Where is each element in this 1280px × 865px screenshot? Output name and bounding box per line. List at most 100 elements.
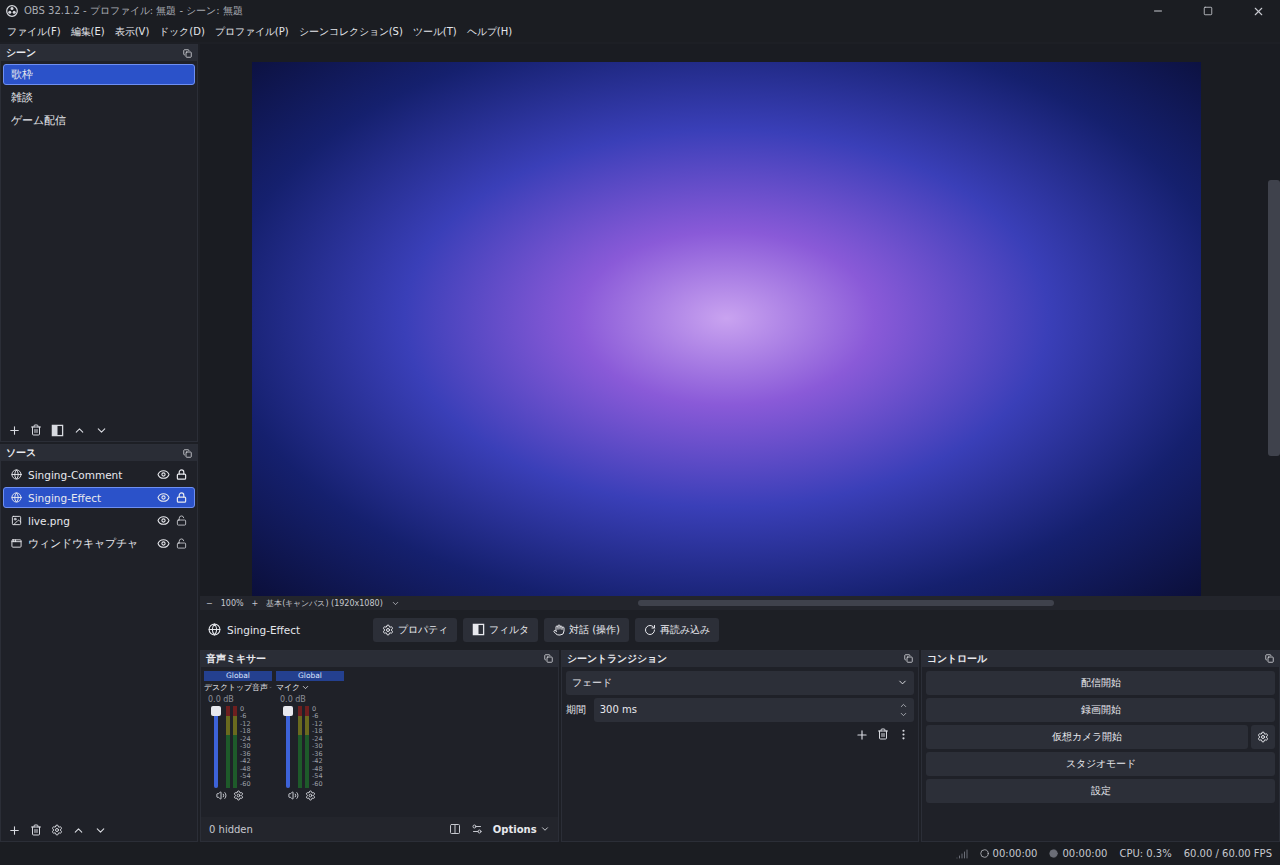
menu-item[interactable]: 表示(V) <box>110 25 155 39</box>
record-status-icon <box>1049 849 1058 858</box>
move-down-icon[interactable] <box>94 824 107 837</box>
advanced-settings-icon[interactable] <box>471 823 483 835</box>
eye-icon[interactable] <box>157 537 170 550</box>
control-button[interactable]: 録画開始 <box>926 698 1275 722</box>
filters-button[interactable]: フィルタ <box>463 618 538 642</box>
float-dock-icon[interactable] <box>183 49 192 58</box>
mixer-footer: 0 hiddenOptions <box>201 817 558 841</box>
source-item[interactable]: ウィンドウキャプチャ <box>3 533 195 554</box>
move-up-icon[interactable] <box>73 424 86 437</box>
filter-icon[interactable] <box>51 424 64 437</box>
dock-title: ソース <box>6 446 36 460</box>
source-list: Singing-CommentSinging-Effectlive.pngウィン… <box>1 461 197 819</box>
canvas-select[interactable]: 基本(キャンバス) (1920x1080) <box>266 598 382 609</box>
title-bar: OBS 32.1.2 - プロファイル: 無題 - シーン: 無題 <box>0 0 1280 22</box>
scene-item[interactable]: ゲーム配信 <box>3 110 195 131</box>
duration-field[interactable]: 300 ms <box>594 698 915 722</box>
add-icon[interactable] <box>8 424 21 437</box>
mixer-channel: Globalデスクトップ音声0.0 dB0-6-12-18-24-30-36-4… <box>204 671 272 813</box>
lock-icon[interactable] <box>176 492 187 503</box>
scale-label: -42 <box>240 758 251 765</box>
layout-icon[interactable] <box>449 823 461 835</box>
menu-item[interactable]: ヘルプ(H) <box>462 25 517 39</box>
control-button[interactable]: スタジオモード <box>926 752 1275 776</box>
menu-item[interactable]: シーンコレクション(S) <box>294 25 408 39</box>
scale-label: -18 <box>312 728 323 735</box>
move-down-icon[interactable] <box>95 424 108 437</box>
level-meter <box>226 706 230 788</box>
refresh-button[interactable]: 再読み込み <box>635 618 719 642</box>
control-button[interactable]: 設定 <box>926 779 1275 803</box>
float-dock-icon[interactable] <box>1265 654 1274 663</box>
virtual-camera-settings-button[interactable] <box>1251 725 1275 749</box>
menu-item[interactable]: ドック(D) <box>154 25 210 39</box>
window-title: OBS 32.1.2 - プロファイル: 無題 - シーン: 無題 <box>24 4 1130 18</box>
transition-select[interactable]: フェード <box>566 671 915 695</box>
record-time: 00:00:00 <box>1049 848 1107 859</box>
move-up-icon[interactable] <box>72 824 85 837</box>
interact-button[interactable]: 対話 (操作) <box>544 618 629 642</box>
zoom-out-button[interactable]: − <box>206 599 213 608</box>
fader-handle[interactable] <box>211 706 221 716</box>
dropdown-icon <box>269 683 272 692</box>
source-item[interactable]: live.png <box>3 510 195 531</box>
control-button[interactable]: 仮想カメラ開始 <box>926 725 1248 749</box>
vertical-scrollbar[interactable] <box>1268 44 1280 596</box>
maximize-button[interactable] <box>1186 0 1230 22</box>
menu-item[interactable]: ファイル(F) <box>2 25 66 39</box>
speaker-icon[interactable] <box>216 790 227 801</box>
lock-icon[interactable] <box>176 469 187 480</box>
more-icon[interactable] <box>897 728 910 741</box>
scene-item[interactable]: 雑談 <box>3 87 195 108</box>
scene-list: 歌枠雑談ゲーム配信 <box>1 61 197 419</box>
close-button[interactable] <box>1236 0 1280 22</box>
preview-canvas[interactable] <box>252 62 1201 596</box>
menu-item[interactable]: プロファイル(P) <box>210 25 294 39</box>
eye-icon[interactable] <box>157 514 170 527</box>
menu-item[interactable]: 編集(E) <box>66 25 110 39</box>
menu-item[interactable]: ツール(T) <box>408 25 462 39</box>
meter-scale: 0-6-12-18-24-30-36-42-48-54-60 <box>312 706 323 788</box>
trash-icon[interactable] <box>30 424 42 436</box>
volume-fader[interactable] <box>214 706 218 788</box>
scale-label: -48 <box>240 766 251 773</box>
horizontal-scrollbar[interactable] <box>408 600 1274 606</box>
zoom-in-button[interactable]: + <box>252 599 259 608</box>
channel-name[interactable]: デスクトップ音声 <box>204 683 272 693</box>
transitions-header: シーントランジション <box>562 651 919 667</box>
eye-icon[interactable] <box>157 491 170 504</box>
add-icon[interactable] <box>855 728 869 742</box>
scene-item[interactable]: 歌枠 <box>3 64 195 85</box>
eye-icon[interactable] <box>157 468 170 481</box>
image-source-icon <box>11 515 22 526</box>
speaker-icon[interactable] <box>288 790 299 801</box>
source-item[interactable]: Singing-Effect <box>3 487 195 508</box>
trash-icon[interactable] <box>877 728 889 740</box>
decrement-icon[interactable] <box>899 710 908 719</box>
trash-icon[interactable] <box>30 824 42 836</box>
float-dock-icon[interactable] <box>544 654 553 663</box>
dropdown-icon[interactable] <box>391 599 400 608</box>
scale-label: -48 <box>312 766 323 773</box>
dock-title: シーントランジション <box>567 652 667 666</box>
add-icon[interactable] <box>8 824 21 837</box>
meter-scale: 0-6-12-18-24-30-36-42-48-54-60 <box>240 706 251 788</box>
control-button[interactable]: 配信開始 <box>926 671 1275 695</box>
lock-icon[interactable] <box>176 538 187 549</box>
source-item[interactable]: Singing-Comment <box>3 464 195 485</box>
settings-icon[interactable] <box>305 790 316 801</box>
properties-button[interactable]: プロパティ <box>373 618 457 642</box>
settings-icon[interactable] <box>233 790 244 801</box>
volume-fader[interactable] <box>286 706 290 788</box>
minimize-button[interactable] <box>1136 0 1180 22</box>
gear-icon[interactable] <box>51 824 63 836</box>
float-dock-icon[interactable] <box>183 449 192 458</box>
fader-handle[interactable] <box>283 706 293 716</box>
dock-title: 音声ミキサー <box>206 652 266 666</box>
options-button[interactable]: Options <box>493 824 550 835</box>
channel-name[interactable]: マイク <box>276 683 344 693</box>
float-dock-icon[interactable] <box>904 654 913 663</box>
lock-icon[interactable] <box>176 515 187 526</box>
gear-icon <box>1257 731 1269 743</box>
increment-icon[interactable] <box>899 701 908 710</box>
